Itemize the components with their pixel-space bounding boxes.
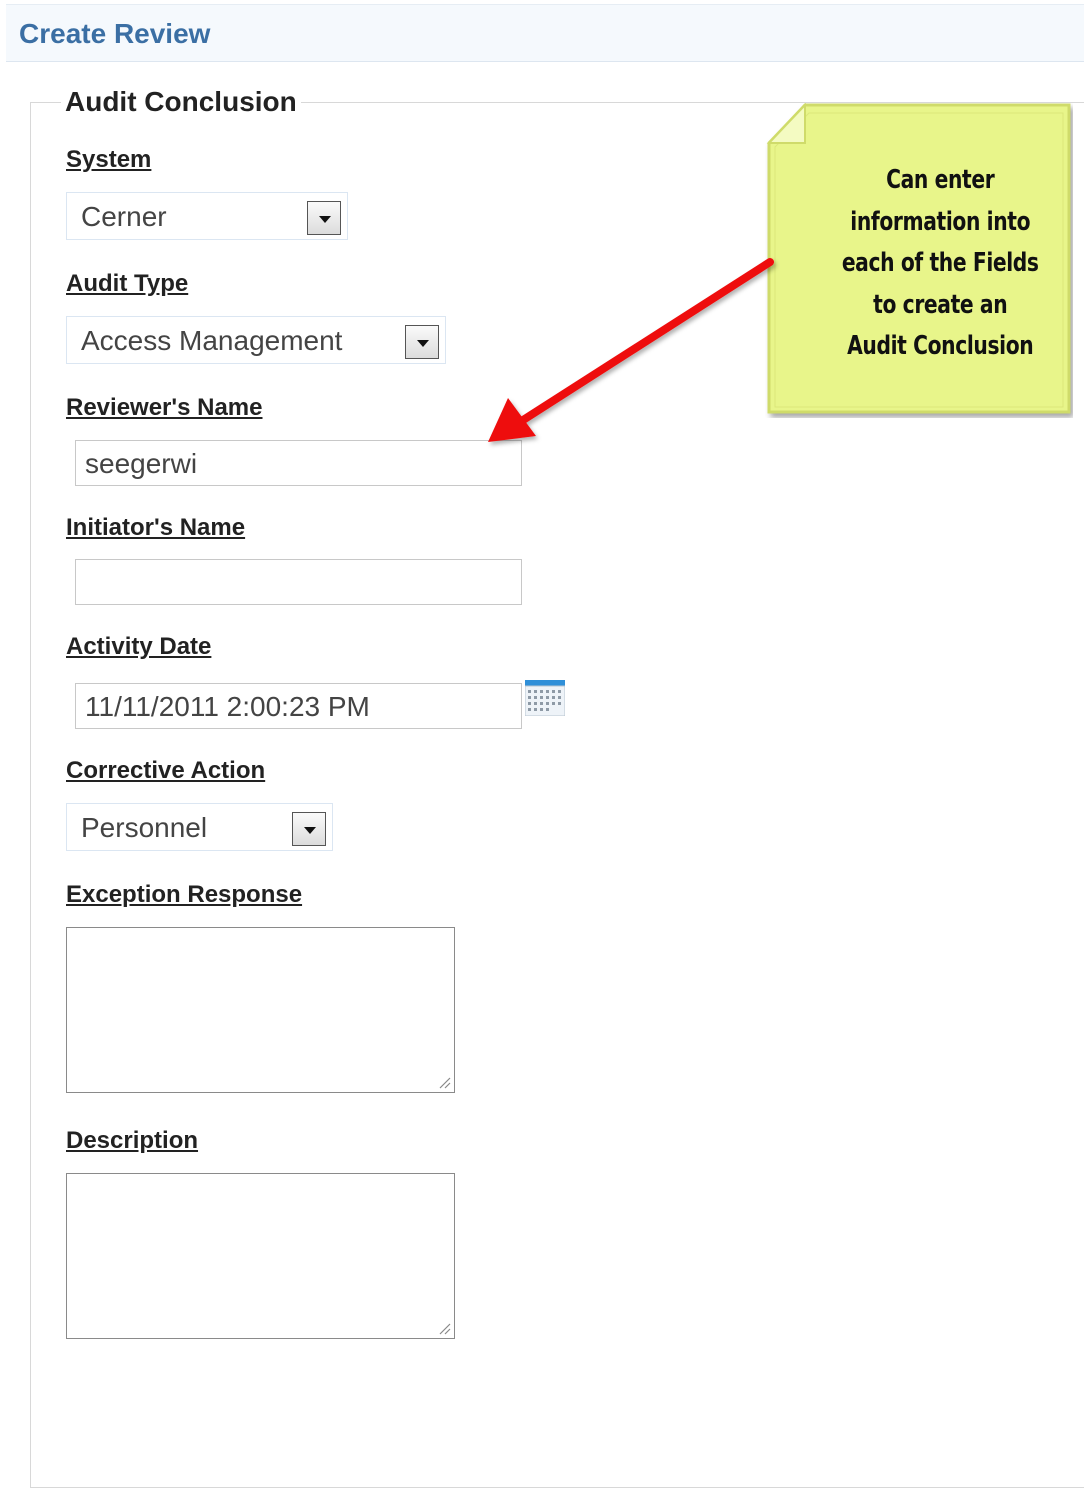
initiators-name-label: Initiator's Name	[66, 514, 246, 541]
audit-type-label: Audit Type	[66, 270, 189, 297]
chevron-down-icon[interactable]	[307, 201, 341, 235]
description-textarea[interactable]	[66, 1173, 455, 1339]
resize-handle-icon[interactable]	[437, 1075, 451, 1089]
page-title: Create Review	[19, 18, 211, 49]
corrective-action-label: Corrective Action	[66, 757, 266, 784]
activity-date-value: 11/11/2011 2:00:23 PM	[85, 691, 370, 722]
calendar-icon[interactable]	[525, 680, 565, 716]
exception-response-textarea[interactable]	[66, 927, 455, 1093]
description-label: Description	[66, 1127, 199, 1154]
section-legend: Audit Conclusion	[65, 86, 297, 117]
corrective-action-select[interactable]: Personnel	[66, 803, 333, 851]
reviewers-name-value: seegerwi	[85, 448, 198, 479]
chevron-down-icon[interactable]	[292, 812, 326, 846]
red-arrow-annotation	[488, 258, 774, 442]
system-select-value: Cerner	[81, 201, 167, 232]
chevron-down-icon[interactable]	[405, 325, 439, 359]
activity-date-input[interactable]: 11/11/2011 2:00:23 PM	[75, 683, 522, 729]
audit-type-select[interactable]: Access Management	[66, 316, 446, 364]
resize-handle-icon[interactable]	[437, 1321, 451, 1335]
annotation-text: Can enter information into each of the F…	[841, 165, 1039, 361]
audit-type-select-value: Access Management	[81, 325, 343, 356]
activity-date-label: Activity Date	[66, 633, 212, 660]
page-header: Create Review	[6, 4, 1084, 62]
corrective-action-select-value: Personnel	[81, 812, 208, 843]
system-select[interactable]: Cerner	[66, 192, 348, 240]
initiators-name-input[interactable]	[75, 559, 522, 605]
reviewers-name-input[interactable]: seegerwi	[75, 440, 522, 486]
reviewers-name-label: Reviewer's Name	[66, 394, 263, 421]
system-label: System	[66, 146, 152, 173]
exception-response-label: Exception Response	[66, 881, 303, 908]
